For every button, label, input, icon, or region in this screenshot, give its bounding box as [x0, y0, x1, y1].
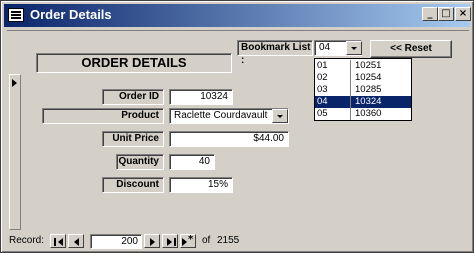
bookmark-option-number: 02 [317, 72, 351, 84]
record-navigation-bar: Record: 200 * of 2155 [7, 232, 469, 250]
first-record-button[interactable] [50, 234, 66, 248]
current-record-field[interactable]: 200 [90, 234, 142, 249]
bookmark-option-number: 03 [317, 84, 351, 96]
unit-price-label: Unit Price [102, 131, 164, 147]
order-id-field[interactable]: 10324 [169, 89, 233, 105]
bookmark-option-number: 05 [317, 108, 351, 120]
bookmark-list-label: Bookmark List : [237, 40, 313, 66]
bookmark-option-order: 10285 [355, 84, 382, 95]
bookmark-option-selected[interactable]: 04 10324 [315, 96, 411, 108]
bookmark-option-number: 01 [317, 60, 351, 72]
new-record-icon: * [188, 234, 194, 245]
current-record-arrow-icon [12, 79, 17, 87]
next-record-icon [150, 238, 155, 246]
record-label: Record: [9, 235, 45, 246]
first-record-icon [54, 238, 56, 246]
minimize-button[interactable]: _ [422, 7, 438, 21]
form-heading: ORDER DETAILS [36, 53, 232, 73]
bookmark-option-order: 10254 [355, 72, 382, 83]
bookmark-dropdown-button[interactable] [346, 41, 362, 55]
discount-label: Discount [102, 177, 164, 193]
product-value: Raclette Courdavault [174, 110, 268, 121]
bookmark-dropdown-list[interactable]: 01 10251 02 10254 03 10285 04 10324 05 1… [314, 58, 412, 121]
product-dropdown-button[interactable] [272, 109, 288, 123]
last-record-button[interactable] [162, 234, 178, 248]
window-title: Order Details [30, 7, 112, 22]
product-label: Product [42, 108, 164, 124]
order-id-label: Order ID [102, 89, 164, 105]
bookmark-option-order: 10324 [355, 96, 382, 107]
bookmark-option-number: 04 [317, 96, 351, 108]
previous-record-button[interactable] [68, 234, 84, 248]
reset-button[interactable]: << Reset [370, 40, 452, 58]
next-record-button[interactable] [144, 234, 160, 248]
bookmark-option[interactable]: 02 10254 [315, 72, 411, 84]
bookmark-option[interactable]: 01 10251 [315, 60, 411, 72]
maximize-button[interactable]: □ [438, 7, 454, 21]
bookmark-option[interactable]: 03 10285 [315, 84, 411, 96]
new-record-button[interactable]: * [180, 234, 196, 248]
title-bar[interactable]: Order Details _ □ × [4, 4, 471, 27]
of-label: of [202, 235, 211, 246]
quantity-label: Quantity [116, 154, 164, 170]
form-icon[interactable] [8, 8, 24, 22]
bookmark-selected-value: 04 [319, 42, 331, 53]
last-record-icon [167, 238, 172, 246]
bookmark-option-order: 10251 [355, 60, 382, 71]
unit-price-field[interactable]: $44.00 [169, 131, 289, 147]
previous-record-icon [74, 238, 79, 246]
bookmark-option-order: 10360 [355, 108, 382, 119]
order-details-window: Order Details _ □ × ORDER DETAILS Order … [0, 0, 474, 253]
bookmark-option[interactable]: 05 10360 [315, 108, 411, 120]
quantity-field[interactable]: 40 [169, 154, 215, 170]
discount-field[interactable]: 15% [169, 177, 233, 193]
product-combo[interactable]: Raclette Courdavault [169, 108, 289, 124]
record-selector[interactable] [9, 74, 21, 230]
close-button[interactable]: × [455, 7, 471, 21]
total-records: 2155 [217, 235, 240, 246]
